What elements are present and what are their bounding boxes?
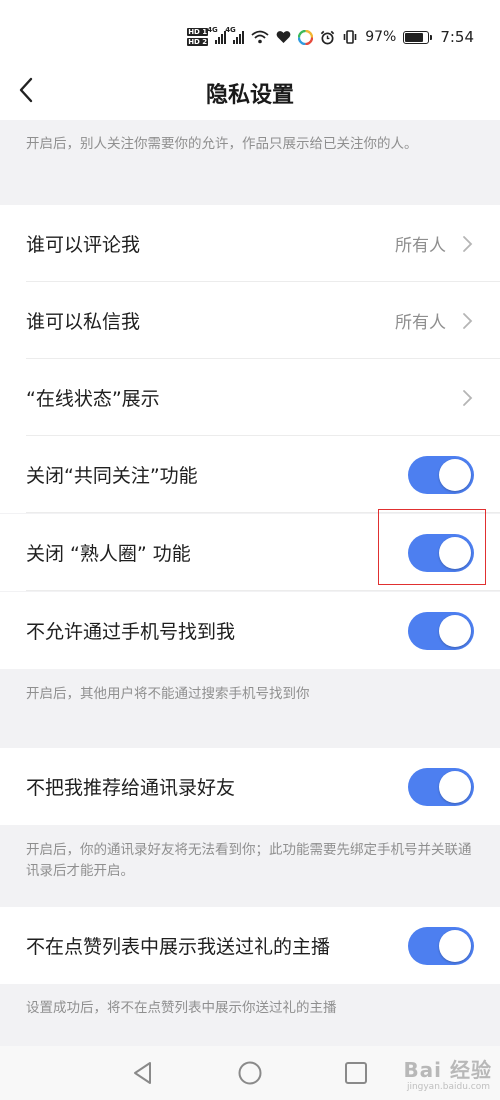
setting-row-gift-list: 不在点赞列表中展示我送过礼的主播 xyxy=(0,907,500,984)
watermark: Bai 经验 xyxy=(403,1058,492,1082)
gift-list-note: 设置成功后，将不在点赞列表中展示你送过礼的主播 xyxy=(26,1000,337,1016)
mutual-follow-toggle[interactable] xyxy=(408,456,474,494)
alarm-icon xyxy=(320,30,335,44)
follow-permission-note: 开启后，别人关注你需要你的允许，作品只展示给已关注你的人。 xyxy=(26,136,418,152)
recents-square-icon[interactable] xyxy=(343,1060,369,1086)
setting-label: 谁可以评论我 xyxy=(26,234,141,256)
setting-row-online-status[interactable]: “在线状态”展示 xyxy=(0,359,500,436)
status-icons: HD 1 HD 2 4G 4G 97% 7:54 xyxy=(187,26,474,48)
chevron-right-icon xyxy=(463,390,473,406)
heart-icon xyxy=(276,31,291,43)
system-nav-bar: Bai 经验 jingyan.baidu.com xyxy=(0,1046,500,1100)
app-logo-icon xyxy=(298,29,314,45)
contacts-note: 开启后，你的通讯录好友将无法看到你；此功能需要先绑定手机号并关联通讯录后才能开启… xyxy=(26,842,472,879)
chevron-right-icon xyxy=(463,313,473,329)
toggle-knob xyxy=(439,771,471,803)
battery-percent: 97% xyxy=(365,29,397,45)
watermark-url: jingyan.baidu.com xyxy=(406,1082,490,1092)
setting-label: 关闭 “熟人圈” 功能 xyxy=(26,543,191,565)
setting-row-comment[interactable]: 谁可以评论我 所有人 xyxy=(0,205,500,282)
hd-badges: HD 1 HD 2 xyxy=(187,28,209,46)
clock: 7:54 xyxy=(440,28,474,46)
toggle-knob xyxy=(439,930,471,962)
setting-row-mutual-follow: 关闭“共同关注”功能 xyxy=(0,436,500,513)
hd-badge-1: HD 1 xyxy=(187,28,209,36)
setting-label: 不把我推荐给通讯录好友 xyxy=(26,777,236,799)
setting-label: 谁可以私信我 xyxy=(26,311,141,333)
battery-fill xyxy=(405,32,424,42)
back-triangle-icon[interactable] xyxy=(130,1060,156,1086)
toggle-knob xyxy=(439,615,471,647)
signal-icon-2: 4G xyxy=(225,26,245,44)
wifi-icon xyxy=(251,30,269,44)
page-title: 隐私设置 xyxy=(205,83,294,108)
battery-icon xyxy=(403,30,433,44)
setting-row-phone-search: 不允许通过手机号找到我 xyxy=(0,592,500,669)
toggle-knob xyxy=(439,459,471,491)
contacts-recommend-toggle[interactable] xyxy=(408,768,474,806)
setting-label: 关闭“共同关注”功能 xyxy=(26,465,198,487)
setting-label: “在线状态”展示 xyxy=(26,388,160,410)
gift-list-toggle[interactable] xyxy=(408,927,474,965)
phone-search-toggle[interactable] xyxy=(408,612,474,650)
setting-label: 不在点赞列表中展示我送过礼的主播 xyxy=(26,936,331,958)
setting-value: 所有人 xyxy=(395,236,446,256)
network-label-1: 4G xyxy=(207,26,218,34)
setting-value: 所有人 xyxy=(395,313,446,333)
phone-search-note: 开启后，其他用户将不能通过搜索手机号找到你 xyxy=(26,686,310,702)
network-label-2: 4G xyxy=(225,26,236,34)
highlight-box xyxy=(378,509,486,585)
hd-badge-2: HD 2 xyxy=(187,38,209,46)
nav-header: 隐私设置 xyxy=(0,60,500,120)
vibrate-icon xyxy=(343,30,357,44)
setting-label: 不允许通过手机号找到我 xyxy=(26,621,236,643)
chevron-right-icon xyxy=(463,236,473,252)
divider xyxy=(26,590,500,591)
setting-row-message[interactable]: 谁可以私信我 所有人 xyxy=(0,282,500,359)
setting-row-contacts-recommend: 不把我推荐给通讯录好友 xyxy=(0,748,500,825)
home-circle-icon[interactable] xyxy=(237,1060,263,1086)
